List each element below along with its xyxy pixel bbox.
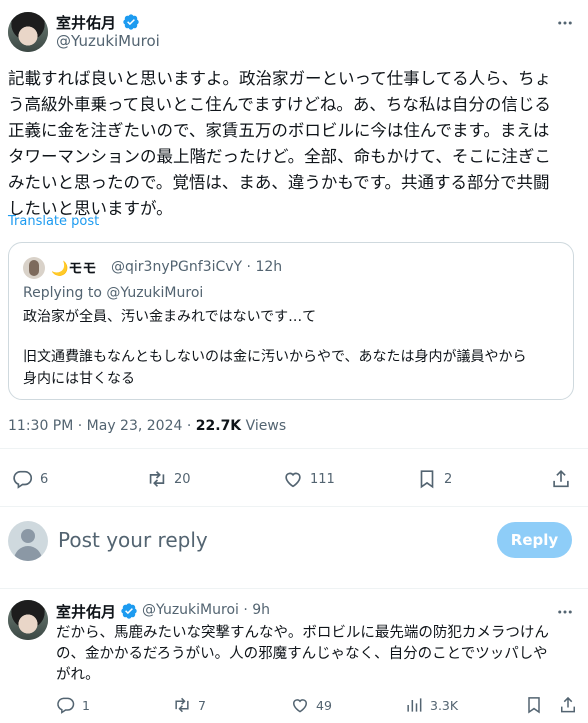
author-handle[interactable]: @YuzukiMuroi xyxy=(56,32,160,50)
reply-like-action[interactable]: 49 xyxy=(290,695,332,715)
more-options-icon[interactable] xyxy=(556,603,574,621)
verified-badge-icon xyxy=(123,14,139,30)
reply-count: 6 xyxy=(40,471,49,487)
repost-icon xyxy=(149,471,165,487)
author-avatar[interactable] xyxy=(8,12,48,52)
repost-icon xyxy=(175,697,189,713)
bookmark-count: 2 xyxy=(444,471,453,487)
repost-action[interactable]: 20 xyxy=(146,468,191,490)
reply-like-count: 49 xyxy=(316,697,332,713)
bookmark-icon xyxy=(528,697,540,714)
tweet-text-line: タワーマンションの最上階だったけど。全部、命もかけて、そこに注ぎこ xyxy=(8,147,551,166)
reply-repost-action[interactable]: 7 xyxy=(172,695,206,715)
reply-share-action[interactable] xyxy=(558,695,578,715)
tweet-text-line: みたいと思ったので。覚悟は、まあ、違うかもです。共通する部分で共闘 xyxy=(8,173,550,192)
reply-icon xyxy=(57,697,75,714)
heart-icon xyxy=(292,699,308,713)
reply-input[interactable]: Post your reply xyxy=(58,528,208,552)
divider xyxy=(0,448,588,449)
reply-reply-action[interactable]: 1 xyxy=(56,695,90,715)
reply-bookmark-action[interactable] xyxy=(524,695,544,715)
reply-author-name[interactable]: 室井佑月 xyxy=(56,601,116,622)
reply-text-line: の、金かかるだろうがい。人の邪魔すんじゃなく、自分のことでツッパしや xyxy=(56,646,548,662)
more-options-icon[interactable] xyxy=(556,14,574,32)
quote-text-line: 政治家が全員、汚い金まみれではないです…て xyxy=(23,309,317,325)
reply-author-avatar[interactable] xyxy=(8,600,48,640)
share-icon xyxy=(561,696,575,713)
quote-author-name[interactable]: 🌙モモ xyxy=(51,258,96,278)
quote-replying-to: Replying to @YuzukiMuroi xyxy=(23,285,204,301)
divider xyxy=(0,588,588,589)
author-name[interactable]: 室井佑月 xyxy=(56,12,116,33)
bookmark-action[interactable]: 2 xyxy=(416,468,452,490)
verified-badge-icon xyxy=(121,603,137,619)
quote-text-line: 身内には甘くなる xyxy=(23,371,135,387)
reply-text-line: がれ。 xyxy=(56,667,100,683)
reply-text: だから、馬鹿みたいな突撃すんなや。ボロビルに最先端の防犯カメラつけん の、金かか… xyxy=(56,623,586,686)
bookmark-icon xyxy=(420,470,434,489)
translate-post-link[interactable]: Translate post xyxy=(8,214,99,229)
reply-repost-count: 7 xyxy=(198,697,206,713)
reply-views-count: 3.3K xyxy=(430,697,459,713)
tweet-text-line: う高級外車乗って良いとこ住んでますけどね。あ、ちな私は自分の信じる xyxy=(8,95,551,114)
like-count: 111 xyxy=(310,471,335,487)
post-timestamp[interactable]: 11:30 PM · May 23, 2024 · 22.7K Views xyxy=(8,418,286,434)
views-label: Views xyxy=(241,418,287,434)
reply-action[interactable]: 6 xyxy=(12,468,48,490)
like-action[interactable]: 111 xyxy=(282,468,335,490)
quote-text-line: 旧文通費誰もなんともしないのは金に汚いからやで、あなたは身内が議員やから xyxy=(23,349,527,365)
share-icon xyxy=(553,470,569,488)
reply-reply-count: 1 xyxy=(82,697,90,713)
tweet-text-line: 記載すれば良いと思いますよ。政治家ガーといって仕事してる人ら、ちょ xyxy=(8,69,552,88)
current-user-avatar[interactable] xyxy=(8,521,48,561)
reply-text-line: だから、馬鹿みたいな突撃すんなや。ボロビルに最先端の防犯カメラつけん xyxy=(56,625,549,641)
reply-button[interactable]: Reply xyxy=(497,522,572,558)
tweet-text: 記載すれば良いと思いますよ。政治家ガーといって仕事してる人ら、ちょ う高級外車乗… xyxy=(8,66,586,222)
heart-icon xyxy=(285,472,301,488)
views-chart-icon xyxy=(407,698,422,712)
views-count: 22.7K xyxy=(195,418,242,434)
tweet-text-line: 正義に金を注ぎたいので、家賃五万のボロビルに今は住んでます。まえは xyxy=(8,121,550,140)
divider xyxy=(0,506,588,507)
reply-icon xyxy=(13,470,33,489)
post-time[interactable]: 11:30 PM · May 23, 2024 · xyxy=(8,418,196,434)
quoted-post[interactable]: 🌙モモ @qir3nyPGnf3iCvY · 12h Replying to @… xyxy=(8,242,574,400)
quote-author-handle[interactable]: @qir3nyPGnf3iCvY · 12h xyxy=(111,259,282,275)
quote-avatar[interactable] xyxy=(23,257,45,279)
reply-author-handle[interactable]: @YuzukiMuroi · 9h xyxy=(142,602,270,618)
repost-count: 20 xyxy=(174,471,191,487)
reply-views-action[interactable]: 3.3K xyxy=(404,695,458,715)
share-action[interactable] xyxy=(550,468,572,490)
